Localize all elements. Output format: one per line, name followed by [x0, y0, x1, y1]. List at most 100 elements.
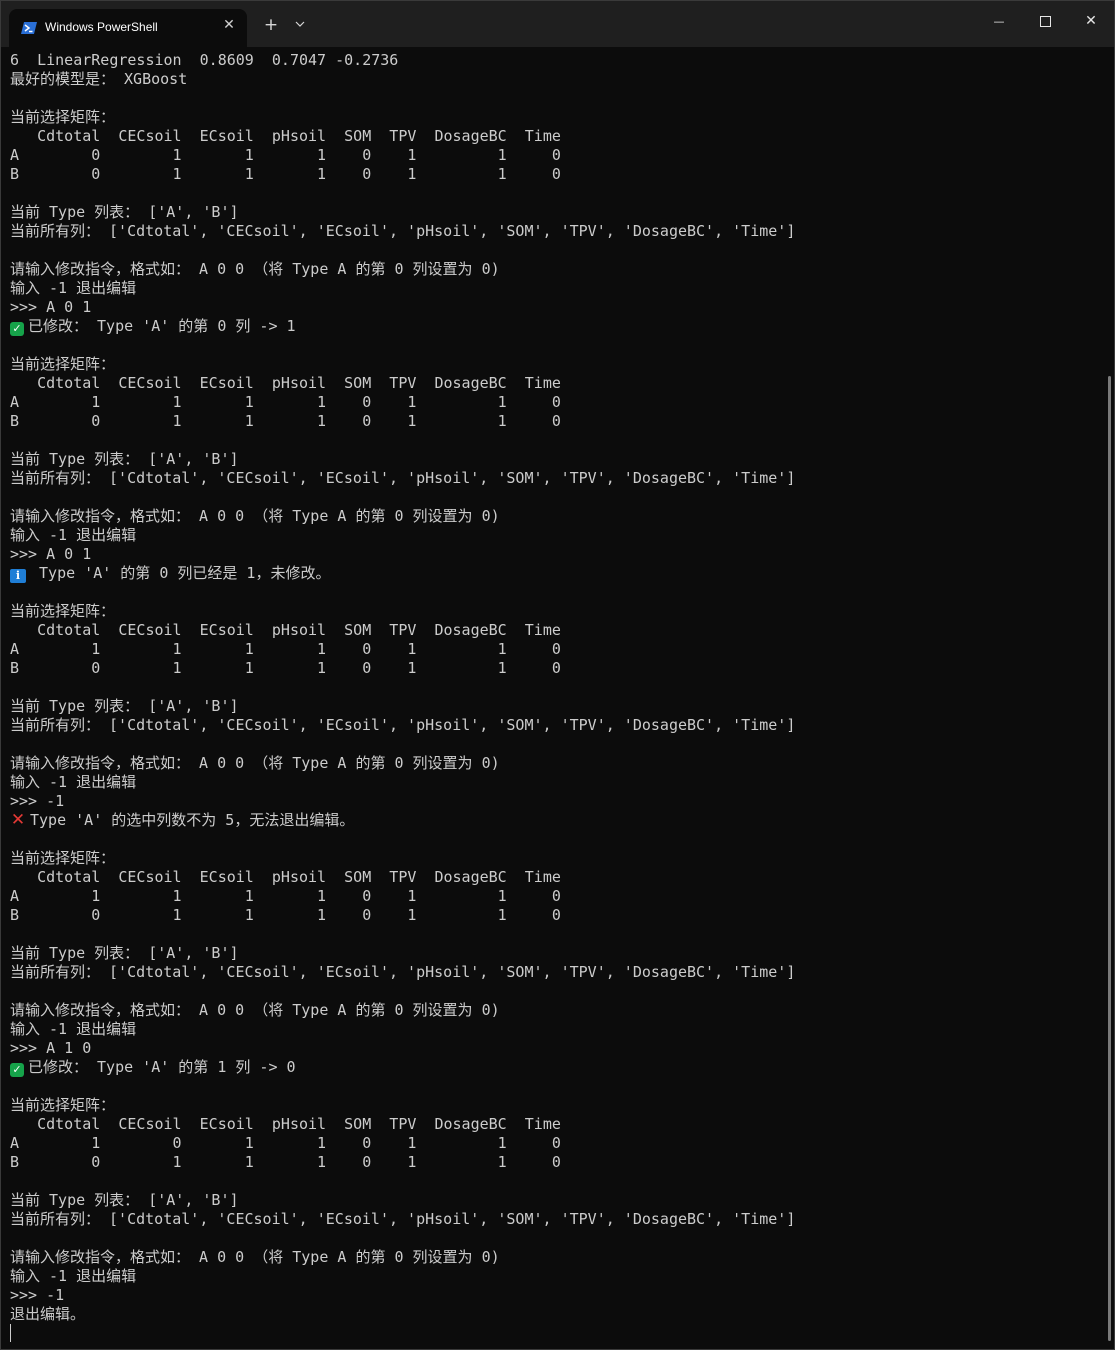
- terminal-line: A 1 1 1 1 0 1 1 0: [10, 887, 1101, 906]
- terminal-line-text: >>> A 0 1: [10, 545, 92, 563]
- terminal-line: Cdtotal CECsoil ECsoil pHsoil SOM TPV Do…: [10, 374, 1101, 393]
- title-bar: Windows PowerShell ✕ + — ✕: [1, 1, 1114, 47]
- terminal-line-text: >>> A 1 0: [10, 1039, 92, 1057]
- scrollbar[interactable]: [1108, 376, 1111, 1341]
- maximize-icon: [1039, 15, 1051, 27]
- terminal-line-text: 当前选择矩阵：: [10, 1096, 116, 1114]
- text-cursor: [10, 1324, 11, 1342]
- terminal-line: >>> -1: [10, 792, 1101, 811]
- terminal-line-text: 6 LinearRegression 0.8609 0.7047 -0.2736: [10, 51, 399, 69]
- terminal-line-text: 当前所有列： ['Cdtotal', 'CECsoil', 'ECsoil', …: [10, 716, 796, 734]
- terminal-line-text: 已修改： Type 'A' 的第 1 列 -> 0: [28, 1058, 296, 1076]
- terminal-line: 请输入修改指令，格式如： A 0 0 （将 Type A 的第 0 列设置为 0…: [10, 1001, 1101, 1020]
- terminal-line-text: B 0 1 1 1 0 1 1 0: [10, 906, 561, 924]
- terminal-line: 输入 -1 退出编辑: [10, 1267, 1101, 1286]
- terminal-line: ✓ 已修改： Type 'A' 的第 1 列 -> 0: [10, 1058, 1101, 1077]
- terminal-line: Cdtotal CECsoil ECsoil pHsoil SOM TPV Do…: [10, 621, 1101, 640]
- terminal-line: ✕ Type 'A' 的选中列数不为 5，无法退出编辑。: [10, 811, 1101, 830]
- new-tab-button[interactable]: +: [259, 15, 283, 35]
- terminal-line-text: 当前选择矩阵：: [10, 849, 116, 867]
- terminal-line-text: 输入 -1 退出编辑: [10, 526, 137, 544]
- terminal-line: 请输入修改指令，格式如： A 0 0 （将 Type A 的第 0 列设置为 0…: [10, 1248, 1101, 1267]
- minimize-icon: —: [993, 15, 1005, 28]
- terminal-line: 退出编辑。: [10, 1305, 1101, 1324]
- terminal-output[interactable]: 6 LinearRegression 0.8609 0.7047 -0.2736…: [1, 47, 1101, 1347]
- terminal-line-text: A 1 1 1 1 0 1 1 0: [10, 887, 561, 905]
- terminal-line-text: Cdtotal CECsoil ECsoil pHsoil SOM TPV Do…: [10, 374, 561, 392]
- terminal-line-text: 当前选择矩阵：: [10, 602, 116, 620]
- terminal-line-text: >>> -1: [10, 792, 65, 810]
- terminal-line-text: 请输入修改指令，格式如： A 0 0 （将 Type A 的第 0 列设置为 0…: [10, 260, 500, 278]
- terminal-line: Cdtotal CECsoil ECsoil pHsoil SOM TPV Do…: [10, 1115, 1101, 1134]
- terminal-line: 当前 Type 列表： ['A', 'B']: [10, 697, 1101, 716]
- terminal-line-text: 已修改： Type 'A' 的第 0 列 -> 1: [28, 317, 296, 335]
- terminal-line: 请输入修改指令，格式如： A 0 0 （将 Type A 的第 0 列设置为 0…: [10, 754, 1101, 773]
- powershell-window: Windows PowerShell ✕ + — ✕ 6 LinearRegre…: [0, 0, 1115, 1350]
- terminal-line: 当前选择矩阵：: [10, 849, 1101, 868]
- terminal-line-text: Cdtotal CECsoil ECsoil pHsoil SOM TPV Do…: [10, 621, 561, 639]
- terminal-line: 当前选择矩阵：: [10, 355, 1101, 374]
- terminal-line: B 0 1 1 1 0 1 1 0: [10, 659, 1101, 678]
- dropdown-chevron-icon[interactable]: [289, 15, 311, 35]
- terminal-line-text: 当前 Type 列表： ['A', 'B']: [10, 944, 239, 962]
- tab-windows-powershell[interactable]: Windows PowerShell ✕: [9, 9, 247, 47]
- terminal-line: 输入 -1 退出编辑: [10, 279, 1101, 298]
- terminal-line-text: Cdtotal CECsoil ECsoil pHsoil SOM TPV Do…: [10, 868, 561, 886]
- terminal-line-text: 最好的模型是： XGBoost: [10, 70, 188, 88]
- check-mark-icon: ✓: [10, 322, 24, 336]
- prompt-line[interactable]: [10, 1324, 1101, 1343]
- terminal-line: Cdtotal CECsoil ECsoil pHsoil SOM TPV Do…: [10, 868, 1101, 887]
- terminal-line: 输入 -1 退出编辑: [10, 1020, 1101, 1039]
- terminal-line-text: Cdtotal CECsoil ECsoil pHsoil SOM TPV Do…: [10, 1115, 561, 1133]
- terminal-line-text: 当前 Type 列表： ['A', 'B']: [10, 450, 239, 468]
- terminal-line-text: B 0 1 1 1 0 1 1 0: [10, 412, 561, 430]
- terminal-line-text: 输入 -1 退出编辑: [10, 1267, 137, 1285]
- cross-mark-icon: ✕: [10, 810, 26, 830]
- terminal-line: Cdtotal CECsoil ECsoil pHsoil SOM TPV Do…: [10, 127, 1101, 146]
- terminal-line-text: A 1 1 1 1 0 1 1 0: [10, 393, 561, 411]
- terminal-line: 当前 Type 列表： ['A', 'B']: [10, 203, 1101, 222]
- terminal-line: B 0 1 1 1 0 1 1 0: [10, 906, 1101, 925]
- terminal-line: 输入 -1 退出编辑: [10, 773, 1101, 792]
- terminal-line: 请输入修改指令，格式如： A 0 0 （将 Type A 的第 0 列设置为 0…: [10, 260, 1101, 279]
- terminal-line: B 0 1 1 1 0 1 1 0: [10, 412, 1101, 431]
- terminal-line-text: Cdtotal CECsoil ECsoil pHsoil SOM TPV Do…: [10, 127, 561, 145]
- close-icon: ✕: [1085, 13, 1097, 29]
- terminal-line-text: 退出编辑。: [10, 1305, 86, 1323]
- terminal-line: A 0 1 1 1 0 1 1 0: [10, 146, 1101, 165]
- terminal-line: 当前选择矩阵：: [10, 1096, 1101, 1115]
- tab-close-icon[interactable]: ✕: [221, 17, 237, 33]
- terminal-line-text: 当前 Type 列表： ['A', 'B']: [10, 203, 239, 221]
- terminal-line: 输入 -1 退出编辑: [10, 526, 1101, 545]
- powershell-icon: [21, 20, 37, 39]
- terminal-line: 最好的模型是： XGBoost: [10, 70, 1101, 89]
- terminal-line-text: 输入 -1 退出编辑: [10, 773, 137, 791]
- terminal-line: 当前 Type 列表： ['A', 'B']: [10, 944, 1101, 963]
- terminal-line: 当前所有列： ['Cdtotal', 'CECsoil', 'ECsoil', …: [10, 222, 1101, 241]
- terminal-line: 当前所有列： ['Cdtotal', 'CECsoil', 'ECsoil', …: [10, 1210, 1101, 1229]
- check-mark-icon: ✓: [10, 1063, 24, 1077]
- terminal-line: ✓ 已修改： Type 'A' 的第 0 列 -> 1: [10, 317, 1101, 336]
- terminal-line: B 0 1 1 1 0 1 1 0: [10, 1153, 1101, 1172]
- terminal-line-text: 当前所有列： ['Cdtotal', 'CECsoil', 'ECsoil', …: [10, 469, 796, 487]
- terminal-line-text: 当前 Type 列表： ['A', 'B']: [10, 1191, 239, 1209]
- close-window-button[interactable]: ✕: [1068, 1, 1114, 41]
- minimize-button[interactable]: —: [976, 1, 1022, 41]
- terminal-line: A 1 1 1 1 0 1 1 0: [10, 393, 1101, 412]
- terminal-line: 当前选择矩阵：: [10, 602, 1101, 621]
- tab-title: Windows PowerShell: [45, 20, 158, 34]
- terminal-line-text: B 0 1 1 1 0 1 1 0: [10, 165, 561, 183]
- maximize-button[interactable]: [1022, 1, 1068, 41]
